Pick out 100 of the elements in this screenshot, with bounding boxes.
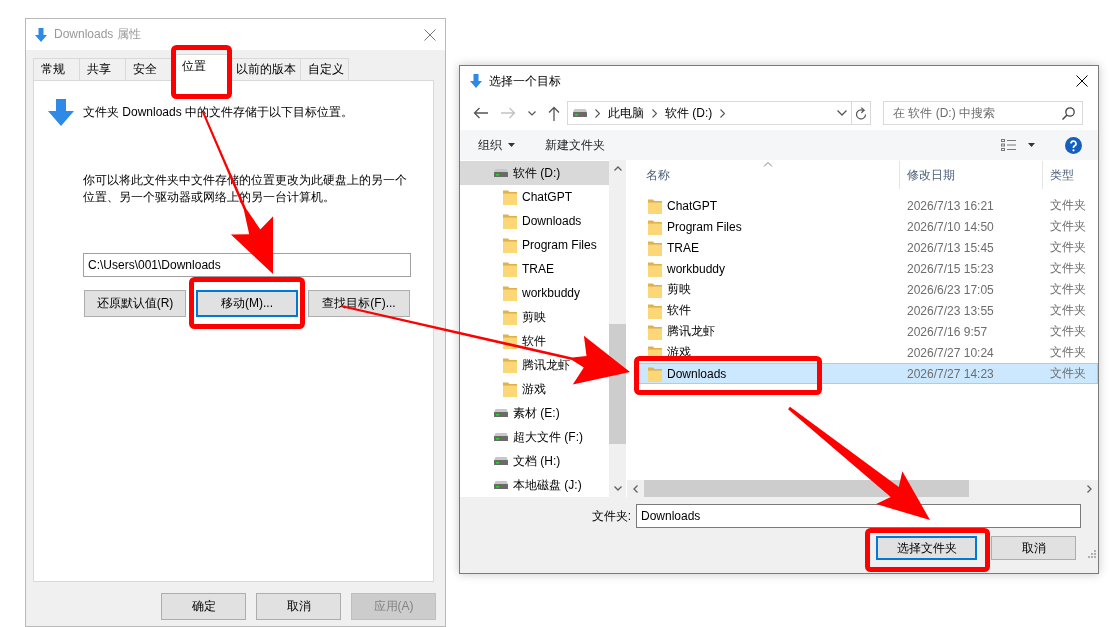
action-button[interactable]: 移动(M)...	[196, 290, 298, 317]
folder-icon	[503, 357, 517, 373]
column-header[interactable]: 修改日期	[900, 161, 1043, 189]
folder-name-field[interactable]: Downloads	[636, 504, 1081, 528]
folder-icon	[503, 261, 517, 277]
resize-grip-icon[interactable]	[1088, 550, 1096, 558]
folder-icon	[648, 239, 662, 256]
tab[interactable]: 自定义	[300, 58, 349, 80]
modified-date: 2026/7/15 15:23	[907, 261, 994, 276]
nav-item[interactable]: 本地磁盘 (J:)	[460, 473, 586, 497]
back-arrow-icon[interactable]	[472, 107, 488, 119]
tab[interactable]: 常规	[33, 58, 80, 80]
file-type: 文件夹	[1050, 366, 1086, 380]
breadcrumb-item[interactable]: 此电脑	[608, 104, 644, 122]
file-name: 剪映	[667, 281, 691, 298]
file-row[interactable]: Program Files 2026/7/10 14:50 文件夹	[637, 216, 1098, 237]
file-row[interactable]: workbuddy 2026/7/15 15:23 文件夹	[637, 258, 1098, 279]
file-row[interactable]: ChatGPT 2026/7/13 16:21 文件夹	[637, 195, 1098, 216]
caret-icon	[1028, 143, 1035, 147]
nav-item[interactable]: Downloads	[460, 209, 586, 233]
chevron-right-icon[interactable]	[652, 108, 657, 118]
folder-icon	[648, 365, 662, 382]
file-row[interactable]: 剪映 2026/6/23 17:05 文件夹	[637, 279, 1098, 300]
download-arrow-icon	[48, 99, 74, 126]
chevron-right-icon[interactable]	[720, 108, 726, 118]
drive-icon	[494, 433, 508, 441]
dialog-button[interactable]: 取消	[256, 593, 341, 620]
nav-item[interactable]: 软件 (D:)	[460, 161, 609, 185]
drive-icon	[494, 169, 508, 177]
drive-icon	[494, 409, 508, 417]
folder-icon	[503, 237, 517, 253]
file-name: TRAE	[667, 240, 699, 255]
search-field[interactable]: 在 软件 (D:) 中搜索	[883, 101, 1083, 125]
dialog-button[interactable]: 取消	[991, 536, 1076, 560]
download-arrow-icon	[470, 74, 482, 88]
folder-icon	[503, 381, 517, 397]
nav-item[interactable]: 游戏	[460, 377, 550, 401]
chevron-down-icon[interactable]	[613, 486, 622, 491]
address-bar[interactable]: 此电脑 软件 (D:)	[567, 101, 871, 125]
file-name: workbuddy	[667, 261, 726, 276]
field-label: 文件夹:	[591, 507, 631, 525]
nav-item[interactable]: ChatGPT	[460, 185, 576, 209]
organize-button[interactable]: 组织	[470, 132, 523, 158]
new-folder-button[interactable]: 新建文件夹	[537, 132, 613, 158]
caret-icon	[508, 143, 515, 147]
close-icon[interactable]	[1076, 75, 1088, 87]
action-button[interactable]: 还原默认值(R)	[84, 290, 186, 317]
folder-icon	[648, 218, 662, 235]
dialog-button[interactable]: 选择文件夹	[876, 536, 977, 560]
folder-icon	[503, 309, 517, 325]
folder-icon	[503, 213, 517, 229]
nav-item[interactable]: 剪映	[460, 305, 550, 329]
column-header[interactable]: 名称	[637, 161, 900, 189]
file-name: ChatGPT	[667, 198, 717, 213]
chevron-down-icon[interactable]	[837, 110, 847, 116]
chevron-down-icon[interactable]	[528, 110, 536, 116]
file-name: Downloads	[667, 366, 727, 381]
nav-item[interactable]: 超大文件 (F:)	[460, 425, 587, 449]
drive-icon	[573, 109, 587, 117]
folder-icon	[648, 323, 662, 340]
window-title: Downloads 属性	[54, 26, 142, 43]
file-row[interactable]: 软件 2026/7/23 13:55 文件夹	[637, 300, 1098, 321]
chevron-right-icon[interactable]	[1087, 484, 1092, 493]
drive-icon	[494, 457, 508, 465]
path-field[interactable]: C:\Users\001\Downloads	[83, 253, 411, 277]
nav-item[interactable]: 素材 (E:)	[460, 401, 564, 425]
scrollbar[interactable]	[627, 480, 1098, 497]
folder-icon	[648, 197, 662, 214]
file-row[interactable]: 腾讯龙虾 2026/7/16 9:57 文件夹	[637, 321, 1098, 342]
nav-item[interactable]: workbuddy	[460, 281, 585, 305]
help-icon[interactable]	[1065, 136, 1082, 154]
dialog-button[interactable]: 确定	[161, 593, 246, 620]
refresh-icon[interactable]	[855, 106, 867, 120]
folder-icon	[503, 189, 517, 205]
window-title: 选择一个目标	[489, 72, 562, 90]
nav-item[interactable]: 文档 (H:)	[460, 449, 565, 473]
file-type: 文件夹	[1050, 345, 1086, 359]
file-row[interactable]: TRAE 2026/7/13 15:45 文件夹	[637, 237, 1098, 258]
chevron-right-icon[interactable]	[595, 108, 600, 118]
nav-item[interactable]: 腾讯龙虾	[460, 353, 574, 377]
nav-item[interactable]: Program Files	[460, 233, 601, 257]
download-arrow-icon	[35, 27, 47, 42]
chevron-left-icon[interactable]	[633, 484, 638, 493]
modified-date: 2026/7/27 10:24	[907, 345, 994, 360]
up-arrow-icon[interactable]	[548, 105, 560, 121]
sort-chevron-icon	[763, 162, 773, 167]
scrollbar[interactable]	[609, 160, 626, 497]
search-icon[interactable]	[1062, 106, 1075, 120]
modified-date: 2026/7/27 14:23	[907, 366, 994, 381]
column-header[interactable]: 类型	[1043, 161, 1098, 189]
file-type: 文件夹	[1050, 324, 1086, 338]
modified-date: 2026/6/23 17:05	[907, 282, 994, 297]
modified-date: 2026/7/23 13:55	[907, 303, 994, 318]
nav-item[interactable]: TRAE	[460, 257, 558, 281]
scrollbar-thumb[interactable]	[644, 480, 969, 497]
modified-date: 2026/7/16 9:57	[907, 324, 988, 339]
chevron-up-icon[interactable]	[613, 166, 622, 171]
file-row[interactable]: Downloads 2026/7/27 14:23 文件夹	[637, 363, 1098, 384]
breadcrumb-item[interactable]: 软件 (D:)	[665, 104, 713, 122]
modified-date: 2026/7/13 15:45	[907, 240, 994, 255]
